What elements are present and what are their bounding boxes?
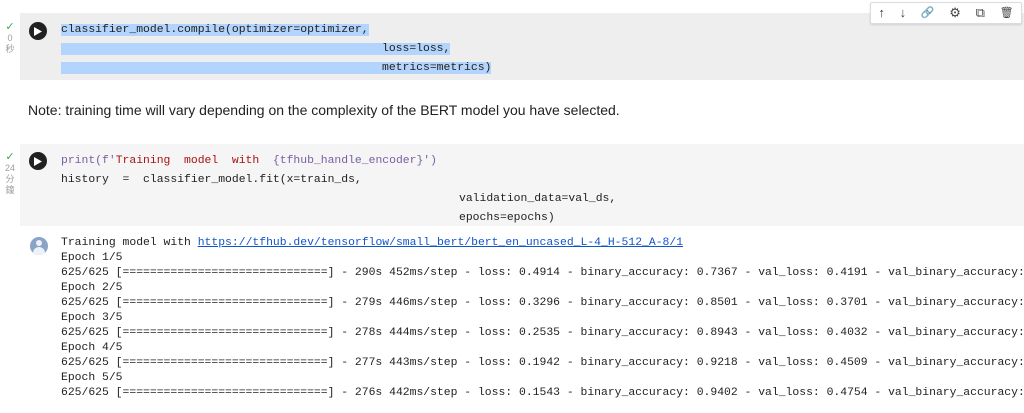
code-line: metrics=metrics) bbox=[382, 62, 492, 74]
code-line: classifier_model.compile(optimizer=optim… bbox=[61, 24, 369, 36]
move-up-icon[interactable]: ↑ bbox=[878, 5, 885, 21]
link-icon[interactable]: 🔗 bbox=[921, 5, 935, 21]
delete-icon[interactable]: 🗑 bbox=[1000, 5, 1014, 21]
markdown-note: Note: training time will vary depending … bbox=[28, 102, 620, 118]
output-line: 625/625 [==============================]… bbox=[61, 297, 1024, 309]
exec-time-unit: 鐘 bbox=[5, 185, 15, 195]
code-editor[interactable]: classifier_model.compile(optimizer=optim… bbox=[61, 21, 492, 78]
code-line: epochs=epochs) bbox=[459, 212, 555, 224]
run-cell-button[interactable] bbox=[29, 152, 47, 170]
exec-time-number: 24 bbox=[4, 163, 15, 173]
play-icon bbox=[34, 156, 42, 166]
code-cell-fit[interactable]: print(f'Training model with {tfhub_handl… bbox=[20, 144, 1024, 226]
check-icon: ✓ bbox=[5, 21, 15, 33]
output-line: 625/625 [==============================]… bbox=[61, 387, 1024, 399]
cell1-status: ✓ 0 秒 bbox=[0, 22, 20, 55]
code-line: loss=loss, bbox=[382, 43, 451, 55]
tfhub-link[interactable]: https://tfhub.dev/tensorflow/small_bert/… bbox=[198, 237, 683, 249]
cell-toolbar: ↑ ↓ 🔗 ⚙ ⧉ 🗑 bbox=[870, 2, 1022, 24]
output-line: 625/625 [==============================]… bbox=[61, 267, 1024, 279]
output-text: Training model with bbox=[61, 237, 198, 249]
code-editor[interactable]: print(f'Training model with {tfhub_handl… bbox=[61, 152, 616, 228]
exec-time-unit: 秒 bbox=[5, 44, 15, 54]
cell-output: Training model with https://tfhub.dev/te… bbox=[61, 236, 1024, 401]
exec-time-unit: 分 bbox=[5, 174, 15, 184]
code-token: print(f' bbox=[61, 155, 116, 167]
code-line: validation_data=val_ds, bbox=[459, 193, 617, 205]
output-line: Epoch 3/5 bbox=[61, 312, 123, 324]
play-icon bbox=[34, 26, 42, 36]
output-line: 625/625 [==============================]… bbox=[61, 357, 1024, 369]
run-cell-button[interactable] bbox=[29, 22, 47, 40]
settings-icon[interactable]: ⚙ bbox=[949, 5, 961, 21]
code-token: {tfhub_handle_encoder}') bbox=[272, 155, 437, 167]
output-avatar-icon bbox=[30, 237, 48, 255]
code-token: Training model with bbox=[115, 155, 273, 167]
output-line: Epoch 4/5 bbox=[61, 342, 123, 354]
exec-time-number: 0 bbox=[7, 33, 13, 43]
output-line: Epoch 2/5 bbox=[61, 282, 123, 294]
output-line: 625/625 [==============================]… bbox=[61, 327, 1024, 339]
output-line: Epoch 5/5 bbox=[61, 372, 123, 384]
code-line: history = classifier_model.fit(x=train_d… bbox=[61, 174, 362, 186]
move-down-icon[interactable]: ↓ bbox=[900, 5, 907, 21]
mirror-cell-icon[interactable]: ⧉ bbox=[976, 5, 985, 21]
check-icon: ✓ bbox=[5, 151, 15, 163]
cell2-status: ✓ 24 分 鐘 bbox=[0, 152, 20, 196]
output-line: Epoch 1/5 bbox=[61, 252, 123, 264]
